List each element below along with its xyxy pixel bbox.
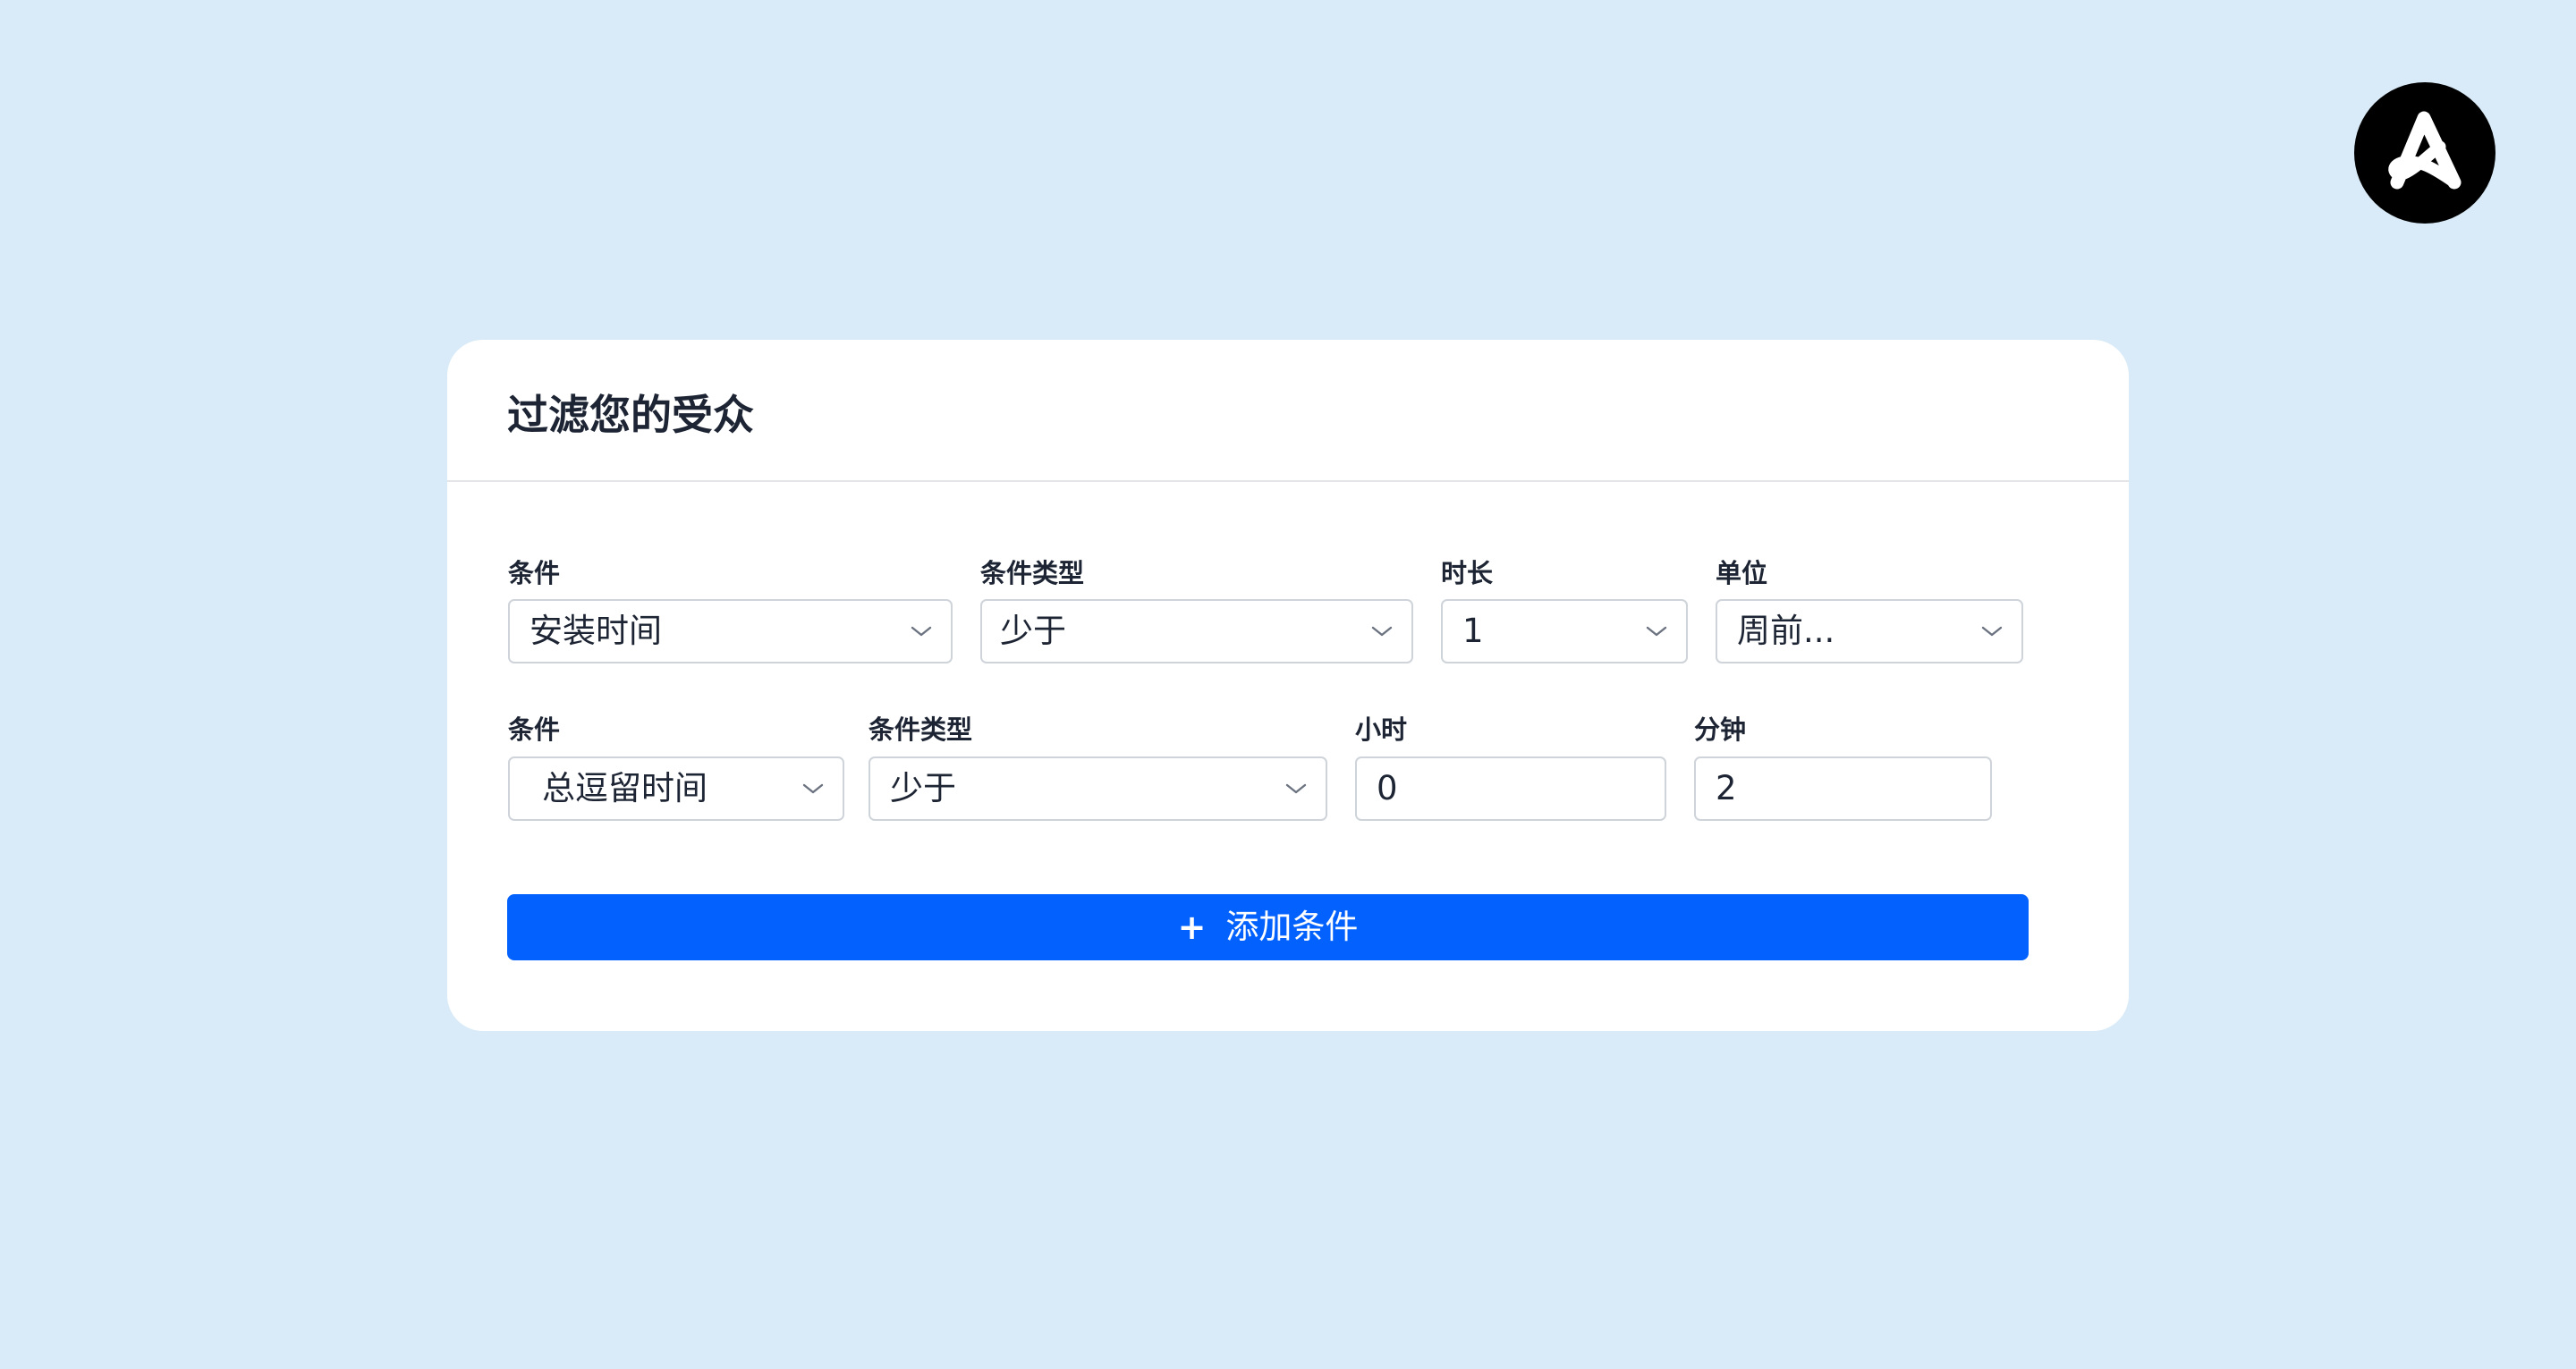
- add-condition-button[interactable]: + 添加条件: [507, 894, 2029, 960]
- row2-condition-label: 条件: [508, 714, 561, 745]
- chevron-down-icon: [910, 621, 933, 641]
- row1-condition-type-label: 条件类型: [980, 558, 1085, 588]
- chevron-down-icon: [801, 779, 825, 799]
- row1-unit-select[interactable]: 周前...: [1716, 599, 2023, 663]
- row2-condition-select[interactable]: 总逗留时间: [508, 756, 844, 821]
- chevron-down-icon: [1980, 621, 2004, 641]
- row2-minutes-value: 2: [1716, 769, 1737, 807]
- row2-condition-value: 总逗留时间: [542, 769, 708, 807]
- row1-duration-select[interactable]: 1: [1441, 599, 1688, 663]
- row1-condition-type-value: 少于: [1000, 612, 1066, 650]
- row1-condition-select[interactable]: 安装时间: [508, 599, 953, 663]
- plus-icon: +: [1177, 908, 1207, 947]
- row2-condition-type-label: 条件类型: [869, 714, 973, 745]
- row2-condition-type-value: 少于: [890, 769, 956, 807]
- row1-condition-value: 安装时间: [530, 612, 662, 650]
- row1-condition-type-select[interactable]: 少于: [980, 599, 1413, 663]
- chevron-down-icon: [1645, 621, 1668, 641]
- add-condition-label: 添加条件: [1225, 908, 1359, 946]
- row1-duration-value: 1: [1462, 612, 1484, 650]
- row1-condition-label: 条件: [508, 558, 561, 588]
- row2-hours-value: 0: [1377, 769, 1398, 807]
- filter-audience-card: 过滤您的受众 条件 安装时间 条件类型 少于 时长 1 单位 周前... 条件 …: [447, 340, 2129, 1031]
- row2-hours-label: 小时: [1355, 714, 1408, 745]
- row1-duration-label: 时长: [1441, 558, 1494, 588]
- card-divider: [447, 480, 2129, 482]
- brand-logo-icon: [2354, 82, 2496, 224]
- row1-unit-label: 单位: [1716, 558, 1768, 588]
- row2-minutes-input[interactable]: 2: [1694, 756, 1992, 821]
- chevron-down-icon: [1370, 621, 1394, 641]
- chevron-down-icon: [1284, 779, 1308, 799]
- card-title: 过滤您的受众: [507, 391, 754, 439]
- row1-unit-value: 周前...: [1737, 612, 1835, 650]
- row2-condition-type-select[interactable]: 少于: [869, 756, 1327, 821]
- brand-a-logo-icon: [2388, 111, 2462, 190]
- row2-hours-input[interactable]: 0: [1355, 756, 1666, 821]
- row2-minutes-label: 分钟: [1694, 714, 1747, 745]
